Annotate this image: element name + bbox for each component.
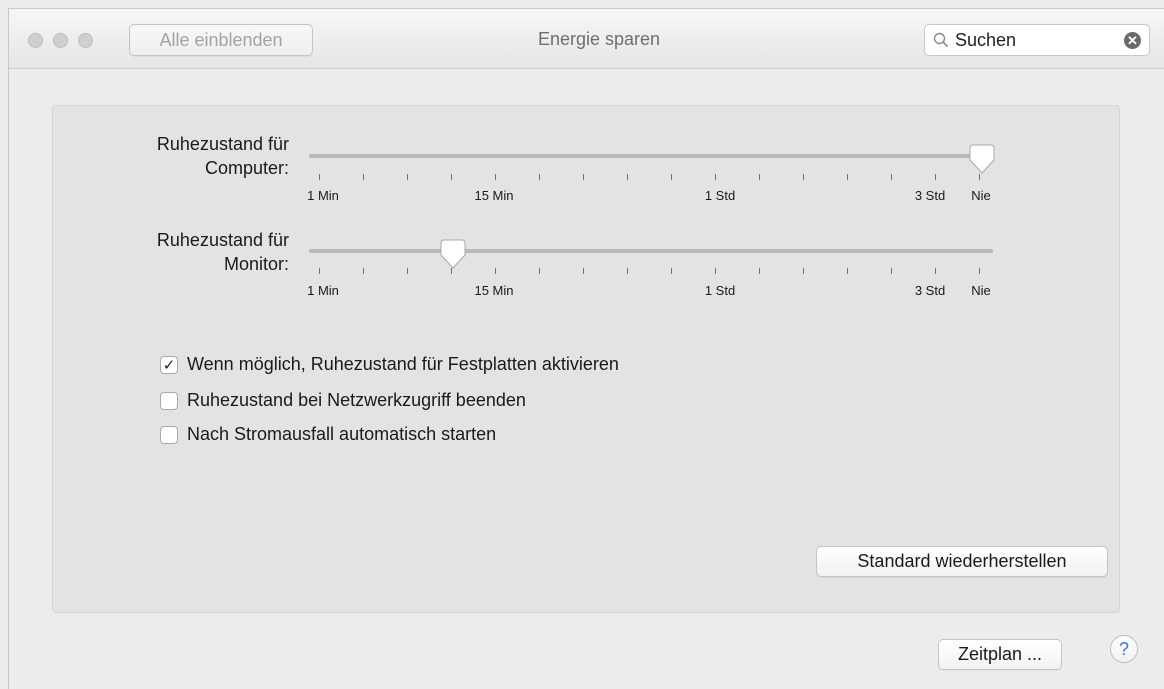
schedule-button[interactable]: Zeitplan ... [938,639,1062,670]
computer-sleep-label: Ruhezustand für Computer: [156,134,289,178]
checkbox-label: Wenn möglich, Ruhezustand für Festplatte… [187,354,619,374]
slider-knob[interactable] [440,239,466,269]
tick-label: 1 Min [307,283,339,298]
clear-icon[interactable]: ✕ [1124,32,1141,49]
wake-network-option[interactable]: Ruhezustand bei Netzwerkzugriff beenden [160,390,526,411]
checkbox-label: Ruhezustand bei Netzwerkzugriff beenden [187,390,526,410]
auto-restart-checkbox[interactable] [160,425,178,444]
disk-sleep-checkbox[interactable]: ✓ [160,355,178,374]
preferences-window: Alle einblenden Energie sparen Suchen ✕ … [8,8,1164,689]
tick-label: 3 Std [914,188,946,203]
title-bar: Alle einblenden Energie sparen Suchen ✕ [9,9,1164,69]
window-title: Energie sparen [537,29,661,49]
show-all-button[interactable]: Alle einblenden [129,24,313,56]
energy-settings-panel: Ruhezustand für Computer: 1 Min 15 Min 1… [52,105,1120,613]
auto-restart-option[interactable]: Nach Stromausfall automatisch starten [160,424,496,445]
tick-label: Nie [971,188,991,203]
slider-track[interactable] [309,154,993,158]
tick-label: 1 Min [307,188,339,203]
help-button[interactable]: ? [1110,635,1138,663]
tick-label: Nie [971,283,991,298]
slider-ticks [309,174,993,184]
tick-label: 1 Std [704,188,736,203]
tick-label: 3 Std [914,283,946,298]
monitor-sleep-label: Ruhezustand für Monitor: [156,230,289,274]
slider-knob[interactable] [969,144,995,174]
checkbox-label: Nach Stromausfall automatisch starten [187,424,497,444]
slider-ticks [309,268,993,278]
tick-label: 15 Min [474,283,514,298]
tick-label: 1 Std [704,283,736,298]
tick-label: 15 Min [474,188,514,203]
restore-defaults-button[interactable]: Standard wiederherstellen [816,546,1108,577]
zoom-window-button[interactable] [78,33,93,48]
disk-sleep-option[interactable]: ✓ Wenn möglich, Ruhezustand für Festplat… [160,354,619,375]
search-icon [933,32,949,53]
search-field[interactable]: Suchen ✕ [924,24,1150,56]
minimize-window-button[interactable] [53,33,68,48]
slider-track[interactable] [309,249,993,253]
search-input[interactable]: Suchen [955,30,1016,51]
close-window-button[interactable] [28,33,43,48]
wake-network-checkbox[interactable] [160,391,178,410]
